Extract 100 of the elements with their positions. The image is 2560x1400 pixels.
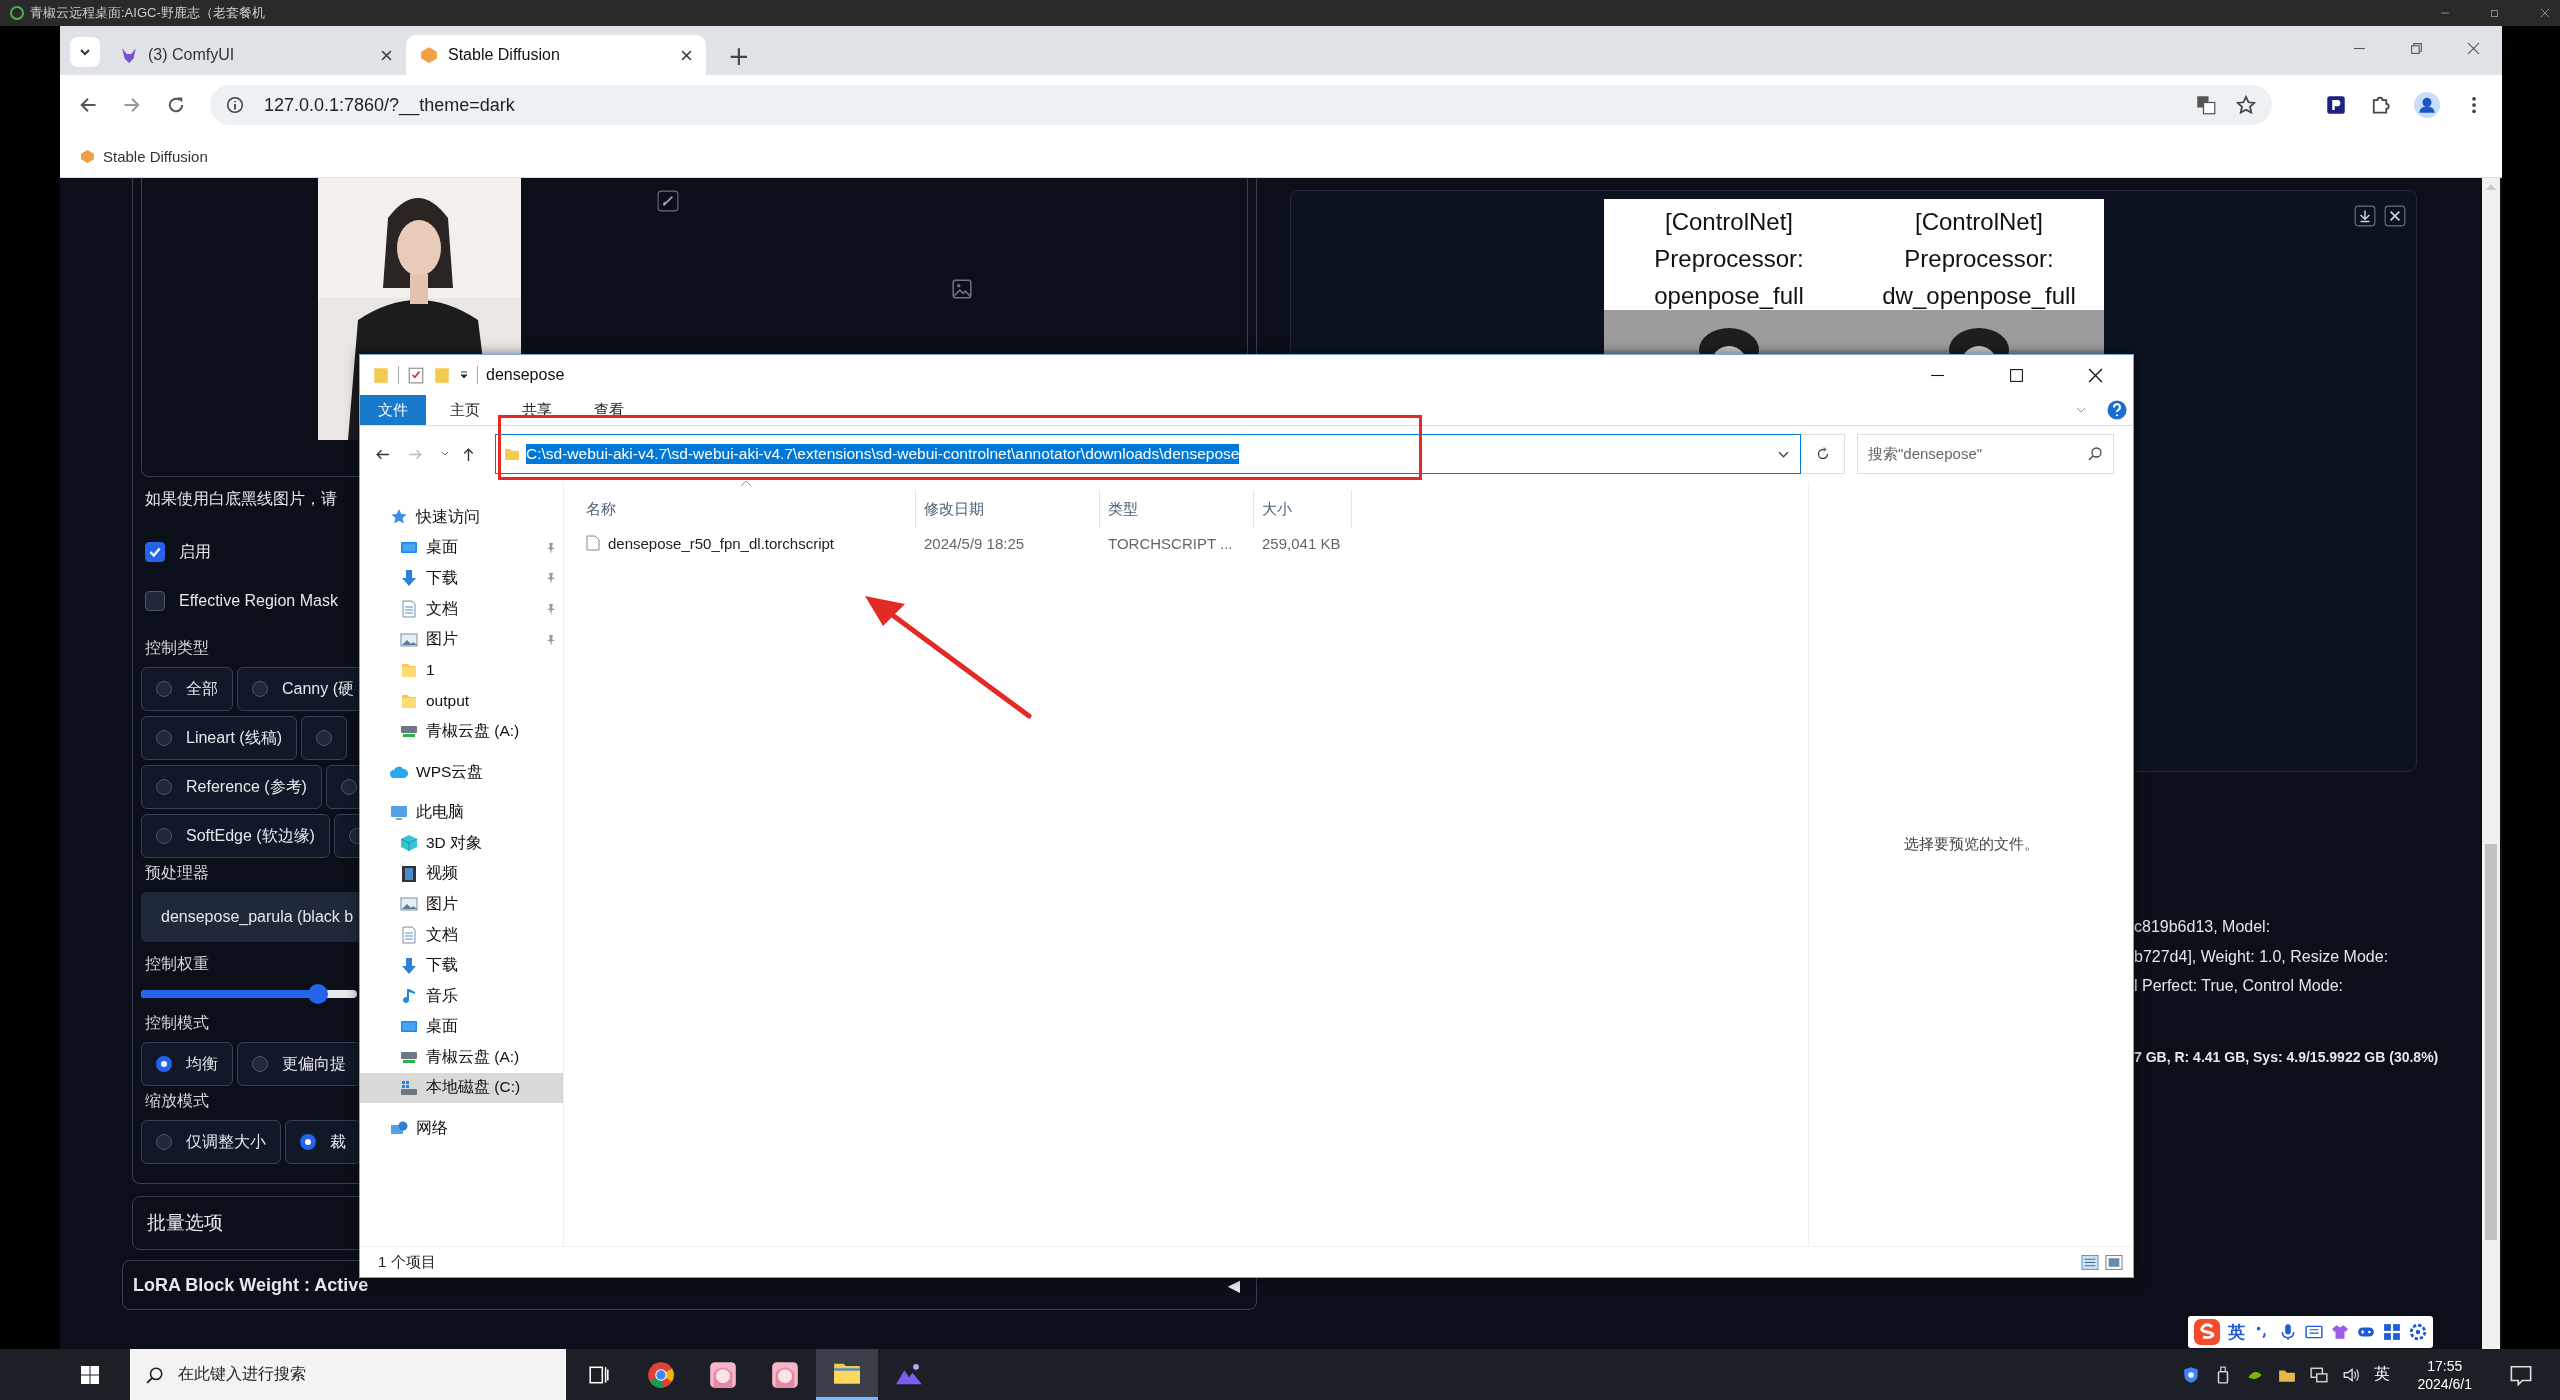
nav-item[interactable]: 下载 xyxy=(360,563,563,594)
network-icon[interactable] xyxy=(2309,1365,2328,1384)
collapse-toggle[interactable]: ◀ xyxy=(1227,1275,1240,1295)
settings-icon[interactable] xyxy=(2409,1323,2427,1341)
pin-icon[interactable] xyxy=(545,541,557,554)
column-header[interactable]: 名称 xyxy=(564,490,916,528)
puzzle-icon[interactable] xyxy=(2370,95,2390,115)
pin-icon[interactable] xyxy=(545,572,557,585)
close-icon[interactable] xyxy=(2088,367,2103,383)
file-name[interactable]: densepose_r50_fpn_dl.torchscript xyxy=(608,534,834,552)
nav-item[interactable]: 下载 xyxy=(360,950,563,981)
microphone-icon[interactable] xyxy=(2279,1323,2297,1341)
bookmark-link[interactable]: Stable Diffusion xyxy=(74,143,214,169)
taskbar-app-button[interactable] xyxy=(816,1349,878,1400)
pin-icon[interactable] xyxy=(545,603,557,616)
info-icon xyxy=(226,96,244,114)
nav-item[interactable]: 此电脑 xyxy=(360,797,563,828)
shirt-icon[interactable] xyxy=(2331,1323,2349,1341)
notification-icon[interactable] xyxy=(2510,1363,2532,1386)
large-icons-view-icon[interactable] xyxy=(2105,1254,2123,1270)
restore-icon[interactable] xyxy=(2490,8,2500,18)
nav-item[interactable]: 青椒云盘 (A:) xyxy=(360,1042,563,1073)
grid-icon[interactable] xyxy=(2383,1323,2401,1341)
close-icon[interactable] xyxy=(681,49,692,61)
back-arrow-icon[interactable] xyxy=(78,95,98,115)
scroll-thumb[interactable] xyxy=(2485,844,2497,1240)
checkbox[interactable] xyxy=(145,591,165,611)
nav-item[interactable]: WPS云盘 xyxy=(360,756,563,788)
extension-icon[interactable] xyxy=(2326,95,2346,115)
document-icon xyxy=(400,600,418,619)
pin-icon[interactable] xyxy=(545,633,557,646)
details-view-icon[interactable] xyxy=(2081,1254,2099,1270)
restore-icon[interactable] xyxy=(2410,42,2423,55)
column-header[interactable]: 大小 xyxy=(1254,490,1352,528)
radio-option[interactable]: Lineart (线稿) xyxy=(141,716,298,760)
radio-option[interactable]: 均衡 xyxy=(141,1042,233,1086)
radio-option[interactable]: SoftEdge (软边缘) xyxy=(141,814,330,858)
nav-item[interactable]: 3D 对象 xyxy=(360,827,563,859)
keyboard-icon[interactable] xyxy=(2305,1323,2323,1341)
shield-icon[interactable] xyxy=(2181,1365,2200,1384)
scrollbar[interactable] xyxy=(2482,178,2500,1349)
radio-option[interactable]: 仅调整大小 xyxy=(141,1120,281,1164)
image-caption: [ControlNet] Preprocessor: dw_openpose_full xyxy=(1881,207,2077,310)
ribbon-tab[interactable]: 主页 xyxy=(432,395,498,425)
search-field[interactable]: 在此键入进行搜索 xyxy=(130,1349,566,1400)
nav-item[interactable]: 文档 xyxy=(360,919,563,951)
translate-icon[interactable] xyxy=(2196,95,2216,115)
ribbon-tab[interactable]: 文件 xyxy=(360,395,426,425)
dropdown-caret-icon[interactable] xyxy=(459,370,469,380)
search-icon xyxy=(146,1365,164,1384)
close-icon[interactable] xyxy=(381,49,392,61)
address-bar[interactable]: 127.0.0.1:7860/?__theme=dark xyxy=(210,85,2272,125)
checkbox-label: 启用 xyxy=(179,541,211,562)
input-method-logo-icon[interactable] xyxy=(2194,1319,2220,1345)
radio-option[interactable]: 裁 xyxy=(285,1120,361,1164)
nav-item[interactable]: 桌面 xyxy=(360,532,563,564)
nav-item[interactable]: 图片 xyxy=(360,624,563,655)
windows-start-icon[interactable] xyxy=(80,1364,100,1385)
input-mode-indicator[interactable]: 英 xyxy=(2373,1364,2390,1385)
edit-icon[interactable] xyxy=(657,190,679,212)
radio-option[interactable]: Reference (参考) xyxy=(141,765,322,809)
nav-item[interactable]: 快速访问 xyxy=(360,502,563,533)
clock[interactable]: 17:55 2024/6/1 xyxy=(2417,1356,2472,1393)
browser-tab[interactable]: Stable Diffusion xyxy=(406,35,706,75)
tab-search-button[interactable] xyxy=(70,37,100,67)
column-header[interactable]: 类型 xyxy=(1100,490,1254,528)
nav-item[interactable]: 桌面 xyxy=(360,1011,563,1043)
reload-icon[interactable] xyxy=(166,95,186,115)
maximize-icon[interactable] xyxy=(2009,367,2024,383)
nav-item[interactable]: 青椒云盘 (A:) xyxy=(360,716,563,747)
help-icon[interactable] xyxy=(2107,400,2127,420)
nav-item[interactable]: 视频 xyxy=(360,858,563,890)
browser-tab[interactable]: (3) ComfyUI xyxy=(106,35,406,75)
section-label: 控制权重 xyxy=(145,954,209,974)
weight-slider[interactable] xyxy=(141,983,357,1005)
column-header[interactable]: 修改日期 xyxy=(916,490,1100,528)
address-field[interactable]: C:\sd-webui-aki-v4.7\sd-webui-aki-v4.7\extensions\sd-webui-controlnet\annotator\downloads\densepose xyxy=(495,434,1801,474)
tab-title: Stable Diffusion xyxy=(448,46,561,64)
forward-arrow-icon[interactable] xyxy=(122,95,142,115)
properties-icon[interactable] xyxy=(407,366,425,384)
nav-item[interactable]: 文档 xyxy=(360,593,563,625)
nav-item[interactable]: 音乐 xyxy=(360,980,563,1012)
search-field[interactable]: 搜索"densepose" xyxy=(1857,434,2114,474)
speaker-icon[interactable] xyxy=(2341,1365,2360,1384)
table-cell-text: 259,041 KB xyxy=(1261,534,1342,552)
nav-item[interactable]: 本地磁盘 (C:) xyxy=(360,1072,563,1104)
radio-option[interactable] xyxy=(301,716,348,760)
generation-info-text: l Perfect: True, Control Mode: xyxy=(2134,977,2344,996)
close-icon[interactable] xyxy=(2384,205,2406,227)
checkbox[interactable] xyxy=(145,542,165,562)
table-cell-text: TORCHSCRIPT ... xyxy=(1107,534,1234,552)
download-icon[interactable] xyxy=(2354,205,2376,227)
nav-item[interactable]: 网络 xyxy=(360,1113,563,1144)
avatar-icon[interactable] xyxy=(2414,92,2440,118)
radio-option[interactable]: 更偏向提 xyxy=(237,1042,361,1086)
star-icon[interactable] xyxy=(2236,95,2256,115)
new-tab-button[interactable]: + xyxy=(720,41,758,71)
input-mode-button[interactable]: 英 xyxy=(2228,1320,2245,1344)
radio-option[interactable]: 全部 xyxy=(141,667,233,711)
nav-item[interactable]: 图片 xyxy=(360,889,563,920)
